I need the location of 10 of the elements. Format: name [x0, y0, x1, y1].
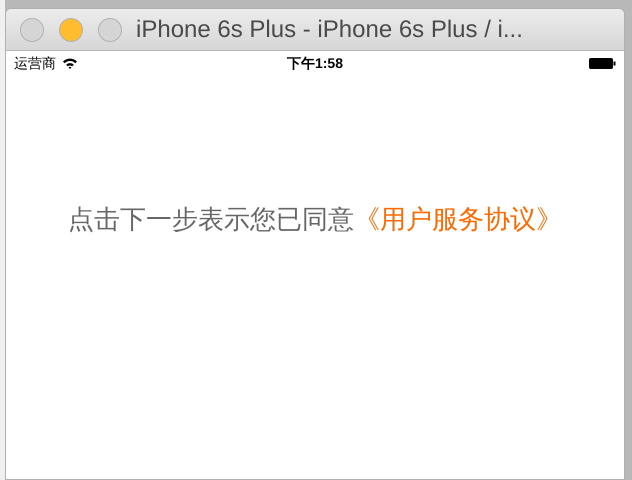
- agreement-text: 点击下一步表示您已同意《用户服务协议》: [68, 203, 562, 236]
- user-agreement-link[interactable]: 《用户服务协议》: [354, 204, 562, 234]
- carrier-label: 运营商: [14, 54, 56, 72]
- window-control-button[interactable]: [20, 18, 44, 42]
- battery-icon: [589, 58, 616, 68]
- window-control-button[interactable]: [98, 18, 122, 42]
- window-title: iPhone 6s Plus - iPhone 6s Plus / i...: [136, 14, 523, 44]
- wifi-icon: [62, 57, 78, 69]
- window-control-button[interactable]: [59, 18, 83, 42]
- clock-time: 下午1:58: [286, 54, 344, 72]
